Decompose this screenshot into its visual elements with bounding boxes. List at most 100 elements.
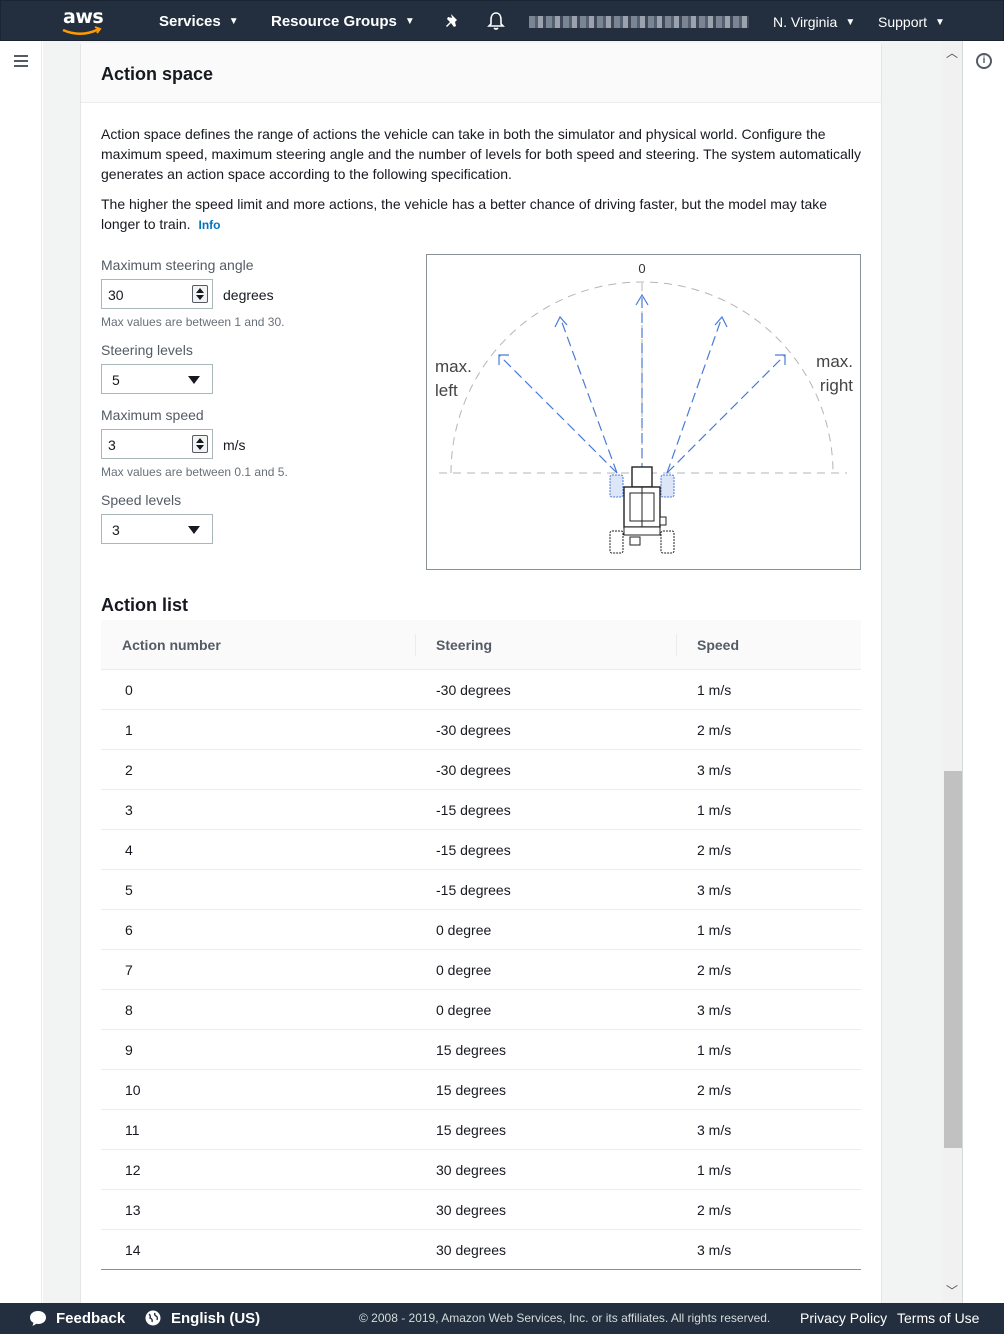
- max-right-label-line2: right: [820, 376, 853, 395]
- table-bottom-border: [101, 1269, 861, 1270]
- cell-speed: 3 m/s: [697, 1002, 732, 1018]
- max-speed-input[interactable]: 3: [101, 429, 213, 459]
- column-header-speed[interactable]: Speed: [697, 620, 739, 670]
- steering-levels-value: 5: [112, 372, 120, 388]
- cell-steering: -15 degrees: [436, 882, 511, 898]
- cell-speed: 2 m/s: [697, 722, 732, 738]
- cell-speed: 2 m/s: [697, 962, 732, 978]
- table-row: 14 30 degrees 3 m/s: [101, 1230, 861, 1270]
- left-navigation-rail: [0, 41, 42, 1303]
- table-row: 5 -15 degrees 3 m/s: [101, 870, 861, 910]
- max-right-label-line1: max.: [816, 352, 853, 371]
- table-row: 10 15 degrees 2 m/s: [101, 1070, 861, 1110]
- hamburger-menu-icon[interactable]: [14, 55, 28, 67]
- vertical-scrollbar[interactable]: ︿ ﹀: [942, 41, 962, 1303]
- max-left-label-line2: left: [435, 381, 458, 400]
- chevron-down-icon: ▼: [845, 17, 856, 28]
- cell-steering: 30 degrees: [436, 1242, 507, 1258]
- language-selector[interactable]: English (US): [171, 1310, 260, 1327]
- cell-action-number: 7: [125, 962, 133, 978]
- region-menu[interactable]: N. Virginia ▼: [773, 14, 855, 30]
- max-left-label-line1: max.: [435, 357, 472, 376]
- chevron-down-icon: ▼: [404, 16, 415, 27]
- max-speed-label: Maximum speed: [101, 407, 204, 423]
- region-label: N. Virginia: [773, 14, 838, 30]
- table-row: 1 -30 degrees 2 m/s: [101, 710, 861, 750]
- speed-levels-label: Speed levels: [101, 492, 182, 508]
- arrow-max-right: [666, 354, 786, 474]
- cell-action-number: 3: [125, 802, 133, 818]
- speed-levels-select[interactable]: 3: [101, 514, 213, 544]
- cell-speed: 3 m/s: [697, 1122, 732, 1138]
- cell-speed: 3 m/s: [697, 762, 732, 778]
- cell-steering: -15 degrees: [436, 802, 511, 818]
- table-row: 3 -15 degrees 1 m/s: [101, 790, 861, 830]
- chat-bubble-icon: [30, 1311, 46, 1326]
- table-row: 9 15 degrees 1 m/s: [101, 1030, 861, 1070]
- scroll-up-arrow-icon[interactable]: ︿: [942, 43, 962, 63]
- resource-groups-label: Resource Groups: [271, 13, 397, 30]
- cell-action-number: 10: [125, 1082, 141, 1098]
- arrow-left: [559, 316, 618, 474]
- max-speed-unit: m/s: [223, 437, 246, 453]
- cell-speed: 1 m/s: [697, 1042, 732, 1058]
- cell-steering: -30 degrees: [436, 722, 511, 738]
- action-space-diagram: 0 max. left max. right: [426, 254, 861, 570]
- services-menu[interactable]: Services ▼: [159, 13, 239, 30]
- feedback-link[interactable]: Feedback: [56, 1310, 125, 1327]
- resource-groups-menu[interactable]: Resource Groups ▼: [271, 13, 415, 30]
- max-steering-angle-input[interactable]: 30: [101, 279, 213, 309]
- table-row: 0 -30 degrees 1 m/s: [101, 670, 861, 710]
- steering-diagram-svg: 0 max. left max. right: [435, 261, 853, 554]
- account-menu-redacted[interactable]: [529, 16, 749, 28]
- table-row: 13 30 degrees 2 m/s: [101, 1190, 861, 1230]
- scrollbar-thumb[interactable]: [944, 771, 962, 1148]
- cell-steering: -15 degrees: [436, 842, 511, 858]
- car-icon: [609, 466, 675, 554]
- top-navigation-bar: aws Services ▼ Resource Groups ▼ N. Virgin…: [0, 0, 1004, 41]
- arrow-max-left: [498, 354, 618, 474]
- cell-steering: 0 degree: [436, 1002, 492, 1018]
- training-note-paragraph: The higher the speed limit and more acti…: [101, 194, 861, 235]
- max-steering-angle-label: Maximum steering angle: [101, 257, 254, 273]
- cell-speed: 2 m/s: [697, 1082, 732, 1098]
- pin-icon[interactable]: [444, 11, 464, 31]
- table-row: 4 -15 degrees 2 m/s: [101, 830, 861, 870]
- cell-action-number: 6: [125, 922, 133, 938]
- column-header-steering[interactable]: Steering: [436, 620, 492, 670]
- info-link[interactable]: Info: [199, 218, 221, 232]
- cell-speed: 1 m/s: [697, 682, 732, 698]
- cell-steering: 15 degrees: [436, 1082, 507, 1098]
- cell-steering: 30 degrees: [436, 1202, 507, 1218]
- bell-icon[interactable]: [486, 11, 506, 31]
- chevron-down-icon: ▼: [935, 17, 945, 28]
- cell-steering: 30 degrees: [436, 1162, 507, 1178]
- panel-title: Action space: [101, 64, 214, 84]
- max-speed-value: 3: [108, 437, 116, 453]
- max-steering-angle-unit: degrees: [223, 287, 274, 303]
- main-content: Action space Action space defines the ra…: [43, 41, 942, 1303]
- table-row: 2 -30 degrees 3 m/s: [101, 750, 861, 790]
- aws-logo[interactable]: aws: [59, 6, 107, 38]
- support-menu[interactable]: Support ▼: [878, 14, 945, 30]
- action-list-title: Action list: [101, 595, 189, 615]
- privacy-policy-link[interactable]: Privacy Policy: [800, 1310, 887, 1326]
- cell-action-number: 13: [125, 1202, 141, 1218]
- steering-levels-select[interactable]: 5: [101, 364, 213, 394]
- cell-action-number: 5: [125, 882, 133, 898]
- max-speed-hint: Max values are between 0.1 and 5.: [101, 465, 288, 479]
- table-row: 8 0 degree 3 m/s: [101, 990, 861, 1030]
- caret-down-icon: [188, 376, 200, 384]
- terms-of-use-link[interactable]: Terms of Use: [897, 1310, 979, 1326]
- number-spinner-icon[interactable]: [192, 435, 208, 453]
- info-circle-icon[interactable]: i: [976, 53, 992, 69]
- arrow-right: [666, 316, 723, 474]
- zero-angle-label: 0: [638, 261, 645, 276]
- table-body: 0 -30 degrees 1 m/s 1 -30 degrees 2 m/s 2 -30 d…: [101, 670, 861, 1270]
- scroll-down-arrow-icon[interactable]: ﹀: [942, 1281, 962, 1301]
- cell-steering: 0 degree: [436, 922, 492, 938]
- steering-levels-label: Steering levels: [101, 342, 193, 358]
- number-spinner-icon[interactable]: [192, 285, 208, 303]
- column-header-action-number[interactable]: Action number: [122, 620, 221, 670]
- cell-speed: 1 m/s: [697, 1162, 732, 1178]
